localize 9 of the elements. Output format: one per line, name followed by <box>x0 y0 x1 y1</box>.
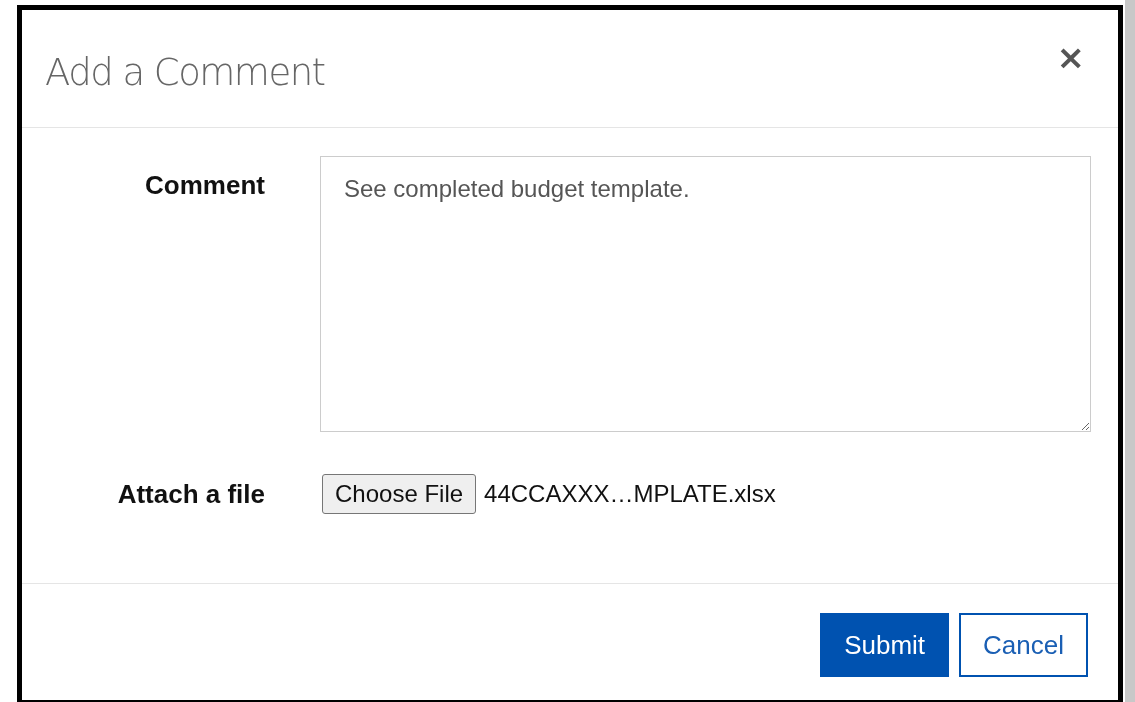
submit-button[interactable]: Submit <box>820 613 950 677</box>
close-button[interactable]: × <box>1056 40 1085 74</box>
cancel-button[interactable]: Cancel <box>959 613 1088 677</box>
file-name: 44CCAXXX…MPLATE.xlsx <box>484 480 776 508</box>
dialog-title: Add a Comment <box>45 51 325 94</box>
comment-field[interactable]: See completed budget template. <box>320 156 1091 432</box>
comment-label: Comment <box>144 170 265 201</box>
choose-file-button[interactable]: Choose File <box>322 474 477 514</box>
attach-file-label: Attach a file <box>116 478 265 510</box>
